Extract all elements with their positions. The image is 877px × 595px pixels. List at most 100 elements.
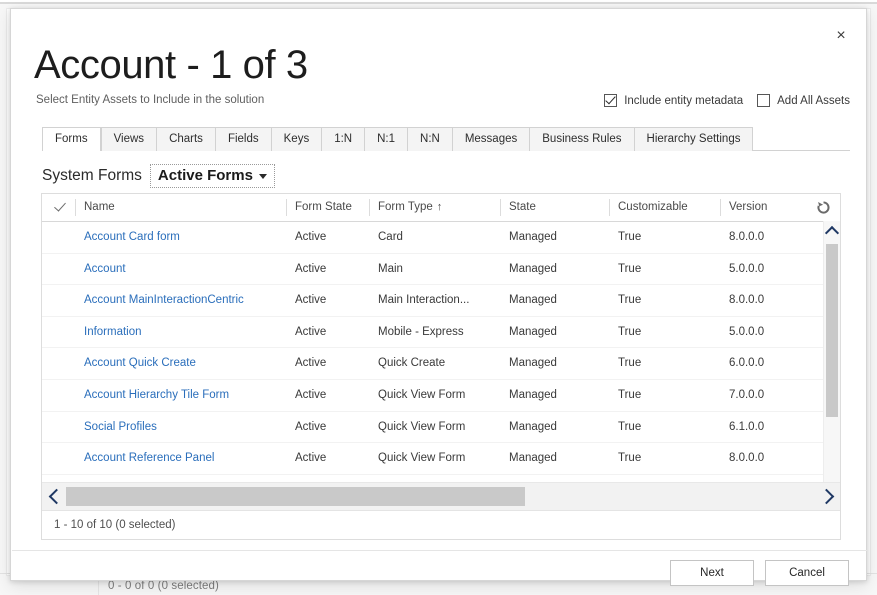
active-forms-dropdown[interactable]: Active Forms [150,164,275,188]
checkbox-add-all-assets-label: Add All Assets [777,95,850,107]
scroll-left-icon[interactable] [42,483,66,510]
table-row[interactable]: Information Active Mobile - Express Mana… [42,317,840,349]
table-row[interactable]: Social Profiles Active Quick View Form M… [42,412,840,444]
next-button[interactable]: Next [670,560,754,586]
grid-body: Account Card form Active Card Managed Tr… [42,222,840,512]
cell-name[interactable]: Information [84,317,284,348]
refresh-icon[interactable] [816,200,831,215]
table-row[interactable]: Account Quick Create Active Quick Create… [42,348,840,380]
row-checkbox[interactable] [51,262,64,275]
tab-fields[interactable]: Fields [215,127,271,151]
scroll-right-icon[interactable] [816,483,840,510]
cell-state: Managed [509,412,609,443]
checkbox-unchecked-icon[interactable] [757,94,770,107]
tab-business-rules[interactable]: Business Rules [529,127,633,151]
cell-form-type: Card [378,222,503,253]
tab-hierarchy-settings[interactable]: Hierarchy Settings [634,127,754,151]
sort-ascending-icon: ↑ [437,201,443,213]
column-header-customizable[interactable]: Customizable [618,194,728,221]
grid-status-text: 1 - 10 of 10 (0 selected) [42,510,840,539]
header-divider [609,199,610,216]
cell-customizable: True [618,380,718,411]
column-header-state[interactable]: State [509,194,609,221]
row-checkbox[interactable] [51,325,64,338]
tab-keys[interactable]: Keys [271,127,322,151]
cell-form-type: Quick View Form [378,380,503,411]
tab-many-to-many[interactable]: N:N [407,127,452,151]
cell-customizable: True [618,254,718,285]
cell-state: Managed [509,443,609,474]
cell-customizable: True [618,412,718,443]
column-header-form-type-label: Form Type [378,201,433,213]
cell-form-type: Quick View Form [378,443,503,474]
page-subtitle: Select Entity Assets to Include in the s… [36,94,264,106]
header-divider [720,199,721,216]
row-checkbox[interactable] [51,388,64,401]
tab-many-to-one[interactable]: N:1 [364,127,407,151]
cell-form-type: Main Interaction... [378,285,503,316]
cell-customizable: True [618,348,718,379]
system-forms-selector-row: System Forms Active Forms [42,164,275,188]
table-row[interactable]: Account Card form Active Card Managed Tr… [42,222,840,254]
tab-forms[interactable]: Forms [42,127,101,151]
table-row[interactable]: Account Hierarchy Tile Form Active Quick… [42,380,840,412]
entity-assets-dialog: × Account - 1 of 3 Select Entity Assets … [10,8,867,581]
checkbox-include-entity-metadata[interactable]: Include entity metadata [604,94,743,107]
column-header-version[interactable]: Version [729,194,829,221]
cell-form-state: Active [295,412,385,443]
system-forms-label: System Forms [42,167,142,185]
cell-name[interactable]: Account Quick Create [84,348,284,379]
cell-form-type: Quick View Form [378,412,503,443]
cell-version: 6.1.0.0 [729,412,829,443]
cell-form-state: Active [295,285,385,316]
cell-name[interactable]: Account MainInteractionCentric [84,285,284,316]
cell-name[interactable]: Account Reference Panel [84,443,284,474]
cell-customizable: True [618,443,718,474]
column-header-form-type[interactable]: Form Type ↑ [378,194,508,221]
table-row[interactable]: Account MainInteractionCentric Active Ma… [42,285,840,317]
vertical-scrollbar-thumb[interactable] [826,244,838,417]
vertical-scrollbar[interactable] [823,221,840,511]
tab-one-to-many[interactable]: 1:N [321,127,364,151]
scroll-up-icon[interactable] [824,223,840,240]
cell-state: Managed [509,348,609,379]
cell-state: Managed [509,222,609,253]
cancel-button[interactable]: Cancel [765,560,849,586]
header-divider [369,199,370,216]
cell-name[interactable]: Account [84,254,284,285]
background-status-text: 0 - 0 of 0 (0 selected) [108,580,219,592]
horizontal-scrollbar-thumb[interactable] [66,487,525,506]
close-icon[interactable]: × [826,23,856,49]
table-row[interactable]: Account Reference Panel Active Quick Vie… [42,443,840,475]
tab-charts[interactable]: Charts [156,127,215,151]
cell-form-state: Active [295,443,385,474]
forms-grid: Name Form State Form Type↑ State Customi… [41,193,841,540]
tab-messages[interactable]: Messages [452,127,529,151]
cell-form-state: Active [295,348,385,379]
checkbox-add-all-assets[interactable]: Add All Assets [757,94,850,107]
cell-state: Managed [509,380,609,411]
page-root: 0 - 0 of 0 (0 selected) × Account - 1 of… [0,0,877,595]
checkbox-checked-icon[interactable] [604,94,617,107]
row-checkbox[interactable] [51,230,64,243]
row-checkbox[interactable] [51,420,64,433]
tab-views[interactable]: Views [101,127,156,151]
cell-form-type: Main [378,254,503,285]
cell-version: 8.0.0.0 [729,443,829,474]
cell-version: 8.0.0.0 [729,222,829,253]
row-checkbox[interactable] [51,451,64,464]
footer-divider [12,550,867,551]
row-checkbox[interactable] [51,356,64,369]
column-header-name[interactable]: Name [84,194,284,221]
horizontal-scrollbar[interactable] [42,482,840,510]
header-divider [500,199,501,216]
cell-form-type: Quick Create [378,348,503,379]
select-all-checkmark-icon[interactable] [53,201,65,213]
table-row[interactable]: Account Active Main Managed True 5.0.0.0 [42,254,840,286]
row-checkbox[interactable] [51,293,64,306]
footer-buttons: Next Cancel [670,560,849,586]
cell-name[interactable]: Social Profiles [84,412,284,443]
cell-name[interactable]: Account Card form [84,222,284,253]
cell-state: Managed [509,254,609,285]
cell-name[interactable]: Account Hierarchy Tile Form [84,380,284,411]
